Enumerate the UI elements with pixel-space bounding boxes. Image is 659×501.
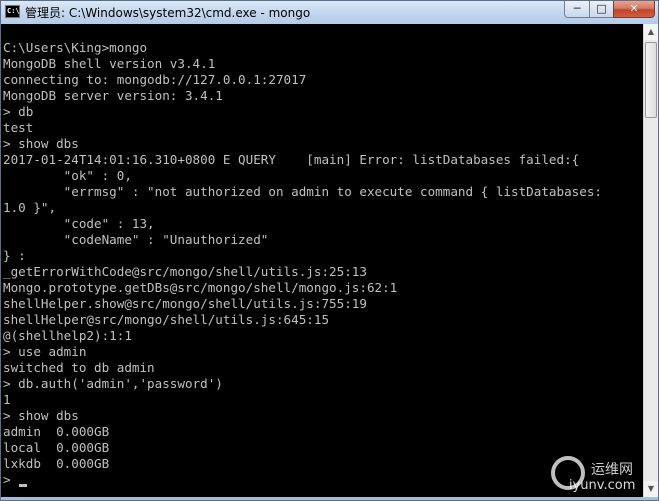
title-bar[interactable]: C:\ 管理员: C:\Windows\system32\cmd.exe - m…	[1, 1, 658, 24]
console-line: local 0.000GB	[3, 440, 110, 455]
console-line: test	[3, 120, 34, 135]
window-title: 管理员: C:\Windows\system32\cmd.exe - mongo	[25, 6, 311, 20]
console-line: admin 0.000GB	[3, 424, 110, 439]
console-line: MongoDB server version: 3.4.1	[3, 88, 223, 103]
console-line: "code" : 13,	[3, 216, 155, 231]
console-line: switched to db admin	[3, 360, 155, 375]
console-line: 2017-01-24T14:01:16.310+0800 E QUERY [ma…	[3, 152, 580, 167]
watermark-url: iyunv.com	[569, 478, 636, 493]
console-line: shellHelper.show@src/mongo/shell/utils.j…	[3, 296, 367, 311]
vertical-scrollbar[interactable]: ▲ ▼	[643, 24, 658, 497]
scrollbar-thumb[interactable]	[645, 42, 657, 118]
console-line: > use admin	[3, 344, 87, 359]
console-line: connecting to: mongodb://127.0.0.1:27017	[3, 72, 307, 87]
watermark-brand: 运维网	[591, 462, 633, 478]
console-line: shellHelper@src/mongo/shell/utils.js:645…	[3, 312, 330, 327]
console-line: 1.0 }",	[3, 200, 57, 215]
watermark: 运维网 iyunv.com	[551, 456, 656, 498]
maximize-button[interactable]: □	[589, 1, 614, 18]
console-line: @(shellhelp2):1:1	[3, 328, 132, 343]
console-line: "codeName" : "Unauthorized"	[3, 232, 269, 247]
text-cursor	[19, 484, 27, 487]
console-line: Mongo.prototype.getDBs@src/mongo/shell/m…	[3, 280, 398, 295]
console-prompt: >	[3, 472, 19, 487]
scroll-up-arrow-icon[interactable]: ▲	[644, 24, 658, 40]
console-line: > db	[3, 104, 34, 119]
console-line: _getErrorWithCode@src/mongo/shell/utils.…	[3, 264, 367, 279]
console-line: > db.auth('admin','password')	[3, 376, 223, 391]
console-line: > show dbs	[3, 408, 79, 423]
console-line: 1	[3, 392, 11, 407]
console-line: } :	[3, 248, 26, 263]
close-button[interactable]: ✕	[613, 1, 655, 18]
console-line: > show dbs	[3, 136, 79, 151]
console-output[interactable]: C:\Users\King>mongo MongoDB shell versio…	[1, 24, 643, 497]
console-line: "errmsg" : "not authorized on admin to e…	[3, 184, 602, 199]
console-line: C:\Users\King>mongo	[3, 40, 148, 55]
console-line: lxkdb 0.000GB	[3, 456, 110, 471]
minimize-button[interactable]: ─	[564, 1, 590, 18]
cmd-window: C:\ 管理员: C:\Windows\system32\cmd.exe - m…	[0, 0, 659, 501]
console-line: MongoDB shell version v3.4.1	[3, 56, 216, 71]
cmd-app-icon[interactable]: C:\	[5, 5, 20, 18]
console-line: "ok" : 0,	[3, 168, 132, 183]
